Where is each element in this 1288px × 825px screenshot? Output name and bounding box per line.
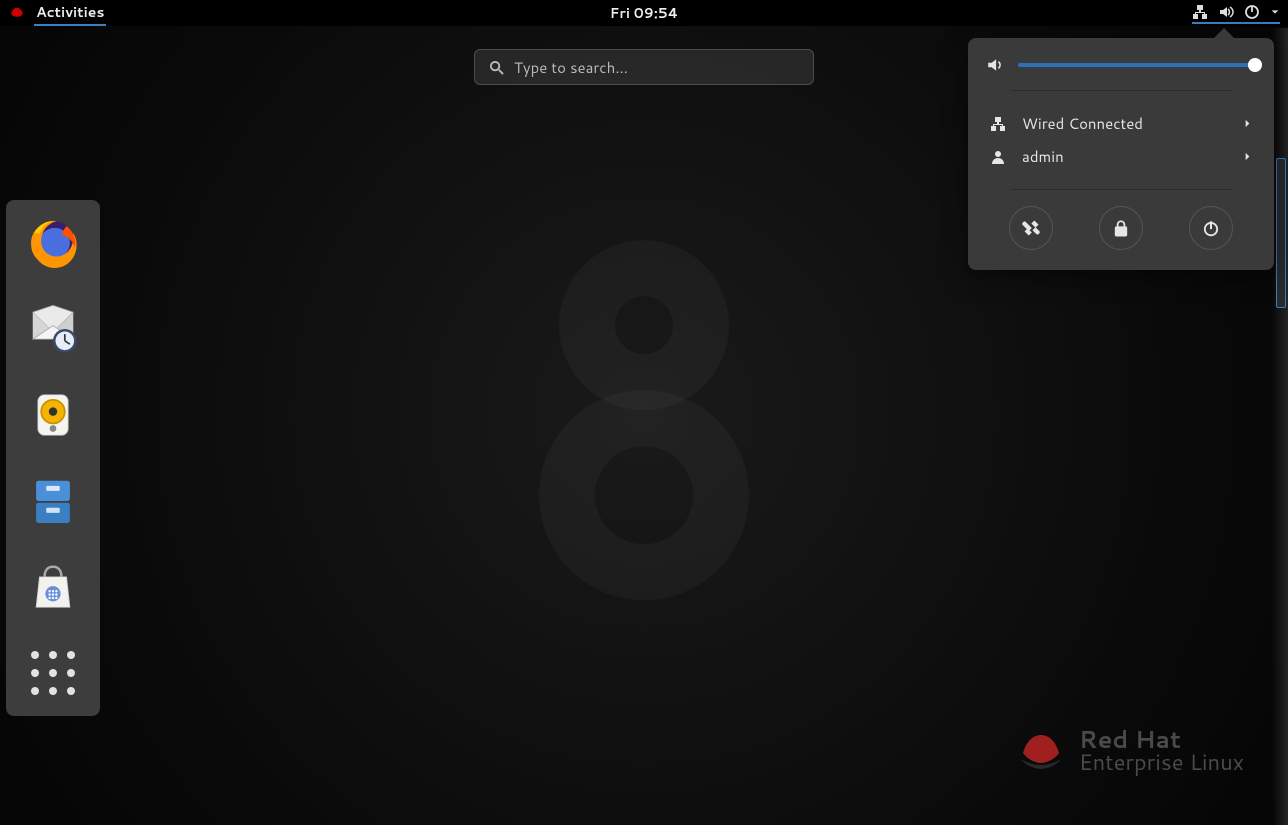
user-icon [990, 149, 1006, 165]
workspace-thumbnail[interactable] [1276, 158, 1286, 308]
dock-firefox[interactable] [24, 214, 82, 272]
top-bar: Activities Fri 09:54 [0, 0, 1288, 26]
lock-icon [1112, 219, 1130, 237]
dock-rhythmbox[interactable] [24, 386, 82, 444]
network-wired-icon [1192, 4, 1208, 20]
dock-evolution[interactable] [24, 300, 82, 358]
power-button[interactable] [1189, 206, 1233, 250]
settings-tools-icon [1022, 219, 1040, 237]
dock-software[interactable] [24, 558, 82, 616]
file-cabinet-icon [26, 474, 80, 528]
wallpaper-eight [534, 240, 754, 600]
volume-slider-icon [986, 56, 1004, 74]
chevron-right-icon [1243, 119, 1252, 128]
power-icon [1202, 219, 1220, 237]
power-icon [1244, 4, 1260, 20]
mail-clock-icon [26, 302, 80, 356]
settings-button[interactable] [1009, 206, 1053, 250]
dock-files[interactable] [24, 472, 82, 530]
volume-row [986, 56, 1256, 74]
speaker-icon [26, 388, 80, 442]
overview-search[interactable] [474, 49, 814, 85]
menu-user[interactable]: admin [986, 140, 1256, 173]
redhat-logo-icon [8, 6, 26, 20]
search-icon [489, 60, 504, 75]
dock-show-apps[interactable] [24, 644, 82, 702]
dash [6, 200, 100, 716]
volume-slider[interactable] [1018, 63, 1256, 67]
menu-network[interactable]: Wired Connected [986, 107, 1256, 140]
menu-separator [1010, 189, 1232, 190]
redhat-fedora-icon [1017, 733, 1065, 769]
brand-watermark: Red Hat Enterprise Linux [1017, 727, 1244, 775]
volume-slider-fill [1018, 63, 1256, 67]
system-status-area[interactable] [1192, 2, 1280, 24]
chevron-down-icon [1270, 7, 1280, 17]
system-menu: Wired Connected admin [968, 38, 1274, 270]
search-input[interactable] [514, 57, 799, 78]
desktop: Activities Fri 09:54 [0, 0, 1288, 825]
volume-icon [1218, 4, 1234, 20]
brand-line2: Enterprise Linux [1079, 751, 1244, 775]
volume-slider-thumb[interactable] [1248, 58, 1262, 72]
chevron-right-icon [1243, 152, 1252, 161]
lock-button[interactable] [1099, 206, 1143, 250]
menu-user-label: admin [1022, 146, 1064, 167]
firefox-icon [26, 216, 80, 270]
shopping-bag-icon [26, 560, 80, 614]
clock[interactable]: Fri 09:54 [610, 3, 679, 23]
menu-network-label: Wired Connected [1022, 113, 1143, 134]
activities-button[interactable]: Activities [34, 0, 106, 26]
network-wired-icon [990, 116, 1006, 132]
menu-separator [1010, 90, 1232, 91]
workspace-switcher[interactable] [1272, 28, 1288, 825]
apps-grid-icon [31, 651, 75, 695]
